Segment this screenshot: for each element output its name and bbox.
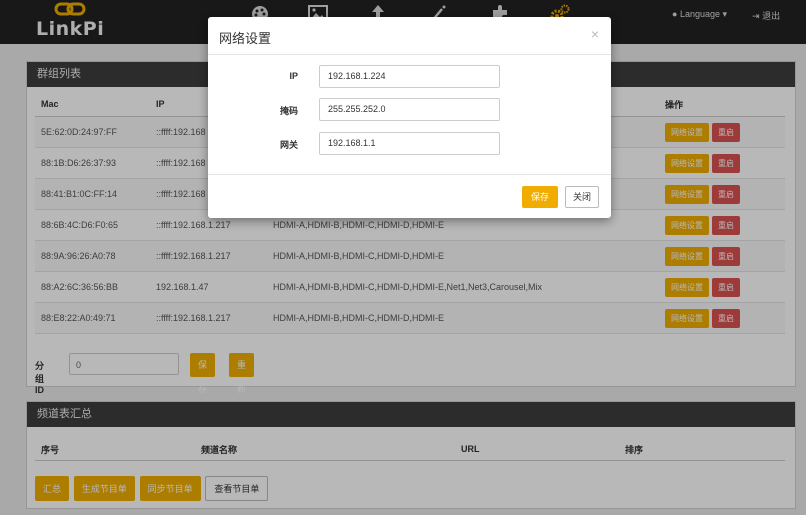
netmask-row: 掩码 255.255.252.0	[208, 98, 611, 122]
gateway-label: 网关	[279, 140, 298, 150]
dialog-close-button[interactable]: 关闭	[565, 186, 600, 208]
gateway-row: 网关 192.168.1.1	[208, 132, 611, 156]
gateway-input[interactable]: 192.168.1.1	[319, 132, 500, 155]
ip-input[interactable]: 192.168.1.224	[319, 65, 500, 88]
ip-label: IP	[289, 71, 298, 81]
netmask-input[interactable]: 255.255.252.0	[319, 98, 500, 121]
dialog-title: 网络设置	[219, 31, 272, 46]
dialog-header: 网络设置 ×	[208, 17, 611, 55]
dialog-save-button[interactable]: 保存	[522, 186, 559, 208]
network-settings-dialog: 网络设置 × IP 192.168.1.224 掩码 255.255.252.0…	[208, 17, 611, 218]
close-icon[interactable]: ×	[591, 26, 599, 42]
dialog-footer: 保存 关闭	[208, 174, 611, 219]
ip-row: IP 192.168.1.224	[208, 65, 611, 89]
netmask-label: 掩码	[279, 106, 298, 116]
